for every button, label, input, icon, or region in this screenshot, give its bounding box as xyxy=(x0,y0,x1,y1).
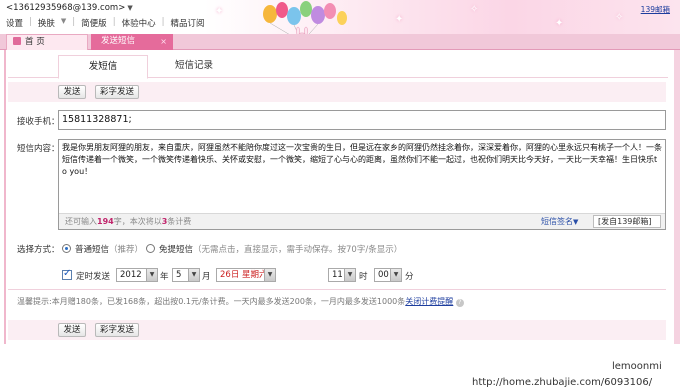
menu-settings[interactable]: 设置 xyxy=(6,17,29,29)
subtab-sms-records[interactable]: 短信记录 xyxy=(175,55,213,79)
tab-send-sms[interactable]: 发送短信 × xyxy=(91,34,173,50)
menu-skin[interactable]: 换肤 xyxy=(38,17,61,29)
receiver-input[interactable]: 15811328871; xyxy=(58,110,666,130)
menu-separator: | xyxy=(112,17,116,27)
chevron-down-icon: ▼ xyxy=(188,269,199,281)
menu-simple[interactable]: 简便版 xyxy=(81,17,113,29)
sms-content-text: 我是你男朋友阿狸的朋友，来自重庆，阿狸虽然不能陪你度过这一次宝贵的生日，但是远在… xyxy=(62,143,662,176)
sparkle-icon: ✦ xyxy=(395,14,404,25)
chevron-down-icon: ▼ xyxy=(344,269,355,281)
timed-send-checkbox[interactable] xyxy=(62,268,72,280)
top-menu: 设置 | 换肤 ▼ | 简便版 | 体验中心 | 精品订阅 xyxy=(6,17,210,29)
timed-send-label: 定时发送 xyxy=(76,272,111,282)
menu-subscribe[interactable]: 精品订阅 xyxy=(170,17,210,29)
chevron-down-icon: ▼ xyxy=(146,269,157,281)
skin-caret-icon: ▼ xyxy=(60,17,67,25)
normal-sms-label: 普通短信（推荐） xyxy=(75,245,144,255)
account-name: <13612935968@139.com> xyxy=(6,3,126,13)
minute-select[interactable]: 00 ▼ xyxy=(374,268,402,282)
char-counter: 还可输入194字，本次将以3条计费 xyxy=(65,217,192,226)
close-billing-reminder-link[interactable]: 关闭计费提醒 xyxy=(405,297,453,306)
content-label: 短信内容： xyxy=(17,144,60,154)
year-unit: 年 xyxy=(160,272,169,282)
chevron-down-icon: ▼ xyxy=(390,269,401,281)
help-icon[interactable]: ? xyxy=(455,299,464,307)
hour-select[interactable]: 11 ▼ xyxy=(328,268,356,282)
billing-tip: 温馨提示:本月赠180条，已发168条，超出按0.1元/条计费。一天内最多发送2… xyxy=(17,296,464,307)
sparkle-icon: ✦ xyxy=(555,18,564,29)
chevron-down-icon: ▼ xyxy=(264,269,275,281)
signature-dropdown[interactable]: 短信签名▼ xyxy=(541,216,578,227)
menu-experience[interactable]: 体验中心 xyxy=(122,17,162,29)
menu-separator: | xyxy=(29,17,32,27)
day-select[interactable]: 26日 星期六 ▼ xyxy=(216,268,276,282)
account-switcher[interactable]: <13612935968@139.com> ▼ xyxy=(6,3,133,13)
color-send-button-bottom[interactable]: 彩字发送 xyxy=(95,323,139,337)
close-icon[interactable]: × xyxy=(160,34,167,49)
tab-home[interactable]: 首 页 xyxy=(6,34,88,50)
color-send-button[interactable]: 彩字发送 xyxy=(95,85,139,99)
caret-down-icon: ▼ xyxy=(573,218,579,226)
month-unit: 月 xyxy=(202,272,211,282)
caret-down-icon: ▼ xyxy=(127,4,133,12)
sparkle-icon: ✧ xyxy=(615,12,624,23)
send-button[interactable]: 发送 xyxy=(58,85,86,99)
normal-sms-radio[interactable] xyxy=(62,244,71,253)
mail-139-link[interactable]: 139邮箱 xyxy=(641,4,670,15)
signature-suffix: [发自139邮箱] xyxy=(593,215,661,228)
sparkle-icon: ✦ xyxy=(215,6,224,17)
minute-unit: 分 xyxy=(405,272,414,282)
right-border xyxy=(674,50,680,344)
menu-separator: | xyxy=(161,17,165,27)
tab-send-sms-label: 发送短信 xyxy=(101,36,136,46)
receiver-label: 接收手机： xyxy=(17,117,60,127)
home-icon xyxy=(13,37,21,45)
sparkle-icon: ✧ xyxy=(470,4,479,15)
month-select[interactable]: 5 ▼ xyxy=(172,268,200,282)
method-label: 选择方式： xyxy=(17,245,60,255)
subtab-send-sms[interactable]: 发短信 xyxy=(58,55,148,79)
send-button-bottom[interactable]: 发送 xyxy=(58,323,86,337)
free-sms-label: 免提短信（无需点击，直接显示，需手动保存。按70字/条显示） xyxy=(159,245,403,255)
hour-unit: 时 xyxy=(359,272,368,282)
free-sms-radio[interactable] xyxy=(146,244,155,253)
watermark-name: lemoonmi xyxy=(612,361,662,372)
year-select[interactable]: 2012 ▼ xyxy=(116,268,158,282)
watermark-url: http://home.zhubajie.com/6093106/ xyxy=(472,377,653,388)
sms-content-textarea[interactable]: 我是你男朋友阿狸的朋友，来自重庆，阿狸虽然不能陪你度过这一次宝贵的生日，但是远在… xyxy=(58,139,666,230)
tab-home-label: 首 页 xyxy=(25,37,45,47)
divider xyxy=(8,289,666,290)
menu-separator: | xyxy=(72,17,76,27)
content-footer: 还可输入194字，本次将以3条计费 短信签名▼ [发自139邮箱] xyxy=(59,213,665,229)
